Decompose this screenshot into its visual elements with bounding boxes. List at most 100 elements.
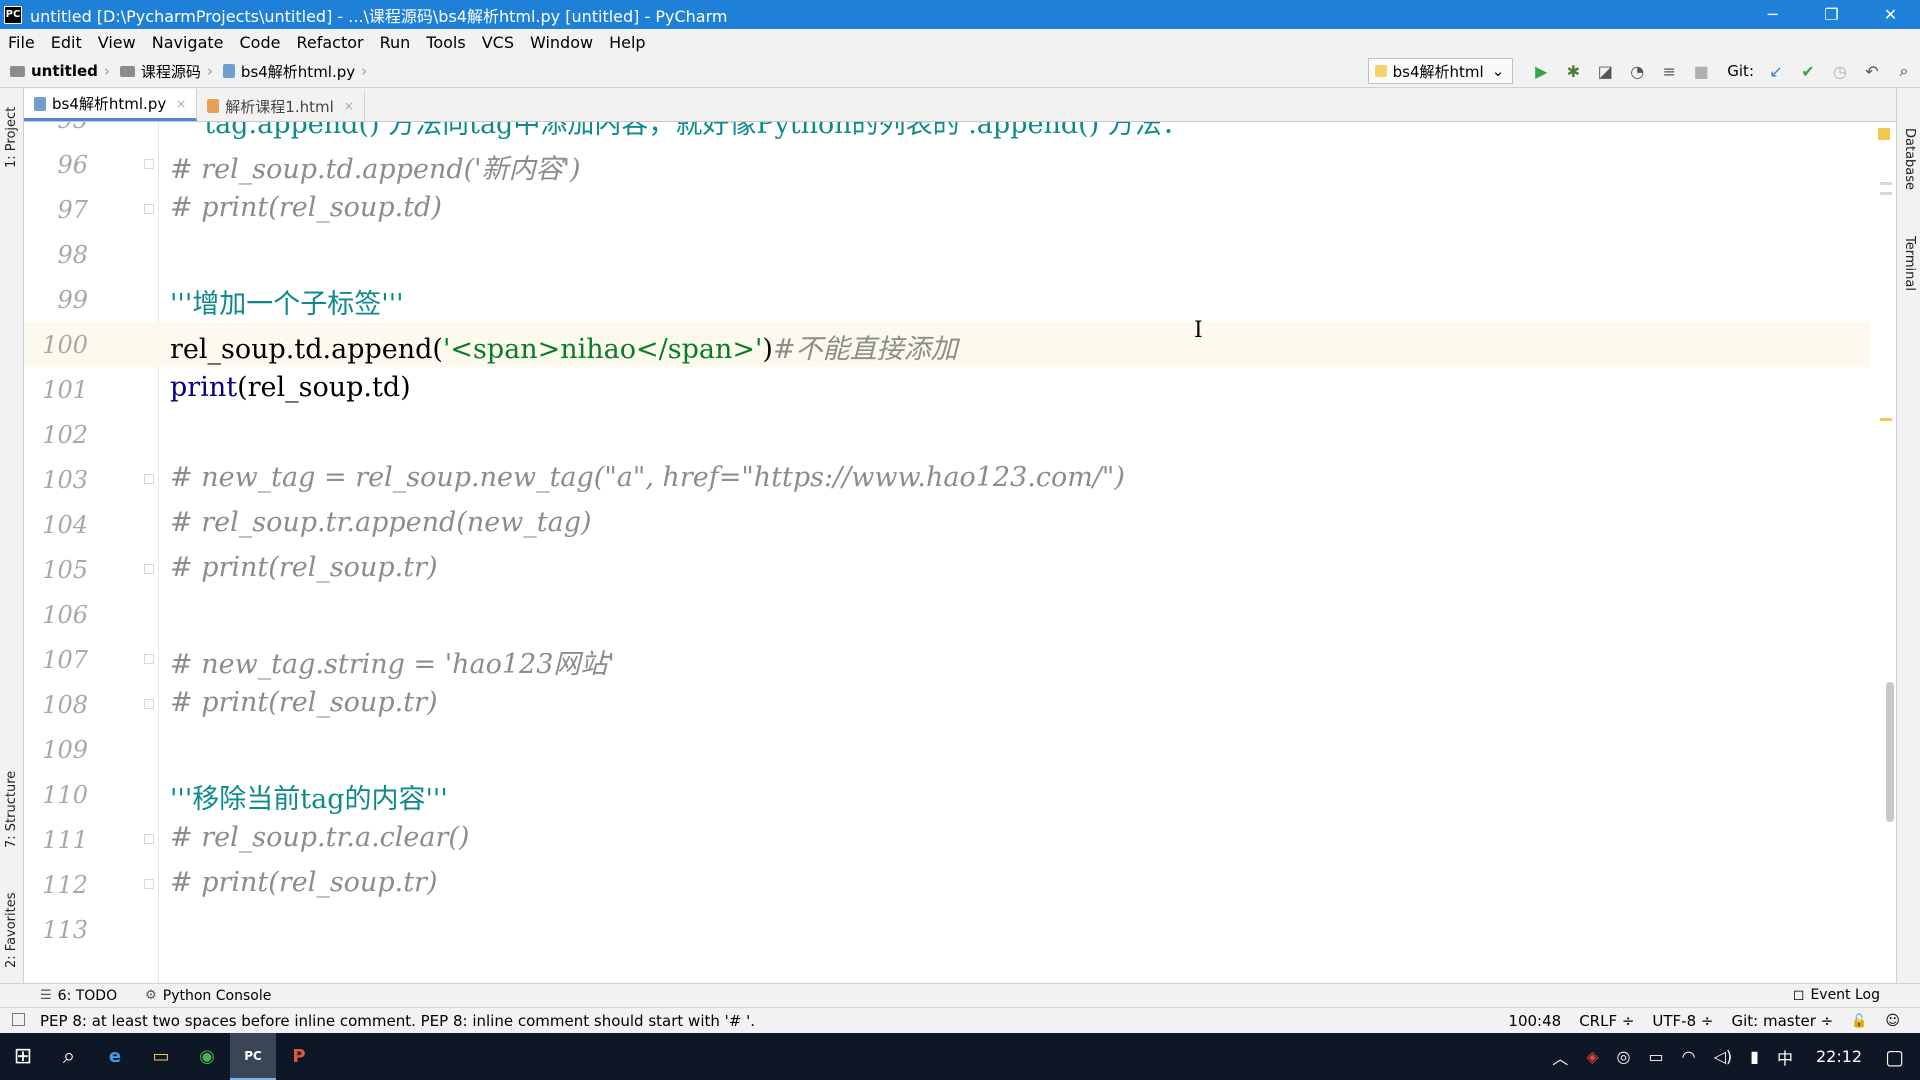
event-log-button[interactable]: ◻ Event Log bbox=[1793, 987, 1880, 1003]
favorites-tool-tab[interactable]: 2: Favorites bbox=[4, 892, 19, 968]
fold-marker[interactable] bbox=[144, 564, 154, 574]
left-tool-strip: 1: Project 7: Structure 2: Favorites bbox=[0, 88, 24, 983]
line-number: 99 bbox=[57, 286, 88, 314]
tray-app-icon[interactable]: ◎ bbox=[1617, 1047, 1631, 1066]
fold-marker[interactable] bbox=[144, 654, 154, 664]
notification-icon[interactable]: ▢ bbox=[1885, 1045, 1904, 1069]
code-text: tag.append() 方法向tag中添加内容，就好像Python的列表的 .… bbox=[170, 122, 1189, 140]
menu-window[interactable]: Window bbox=[522, 33, 601, 52]
code-line: 103 # new_tag = rel_soup.new_tag("a", hr… bbox=[24, 457, 1870, 502]
concurrency-icon[interactable]: ≡ bbox=[1657, 59, 1681, 83]
input-method-indicator[interactable]: 中 bbox=[1777, 1045, 1793, 1069]
menu-refactor[interactable]: Refactor bbox=[288, 33, 371, 52]
git-update-icon[interactable]: ↙ bbox=[1764, 59, 1788, 83]
powerpoint-icon[interactable]: P bbox=[276, 1033, 322, 1080]
structure-tool-tab[interactable]: 7: Structure bbox=[4, 771, 19, 848]
terminal-tool-tab[interactable]: Terminal bbox=[1902, 236, 1917, 291]
code-line-current: 100 rel_soup.td.append('<span>nihao</spa… bbox=[24, 322, 1870, 367]
text-cursor-icon: I bbox=[1194, 318, 1203, 343]
editor-scrollbar[interactable] bbox=[1886, 682, 1894, 822]
git-branch-select[interactable]: Git: master ÷ bbox=[1731, 1012, 1833, 1030]
menu-vcs[interactable]: VCS bbox=[474, 33, 522, 52]
menu-navigate[interactable]: Navigate bbox=[144, 33, 232, 52]
battery-icon[interactable]: ▭ bbox=[1649, 1047, 1664, 1066]
todo-tool-button[interactable]: ☰ 6: TODO bbox=[40, 988, 117, 1004]
profile-icon[interactable]: ◔ bbox=[1625, 59, 1649, 83]
code-token-string: '<span>nihao</span>' bbox=[442, 334, 763, 365]
inspection-status-icon[interactable] bbox=[1878, 128, 1890, 140]
warning-marker[interactable] bbox=[1880, 418, 1892, 421]
windows-start-icon[interactable]: ⊞ bbox=[0, 1033, 46, 1080]
python-console-button[interactable]: ⚙ Python Console bbox=[145, 988, 271, 1004]
hector-icon[interactable]: ☺ bbox=[1885, 1013, 1900, 1029]
tab-bs4-py[interactable]: bs4解析html.py × bbox=[24, 89, 198, 121]
close-button[interactable]: ✕ bbox=[1861, 0, 1920, 29]
wifi-icon[interactable]: ◠ bbox=[1682, 1047, 1696, 1066]
fold-marker[interactable] bbox=[144, 474, 154, 484]
breadcrumb-folder[interactable]: 课程源码 › bbox=[119, 61, 213, 82]
minimize-button[interactable]: ─ bbox=[1743, 0, 1802, 29]
code-text: # new_tag = rel_soup.new_tag("a", href="… bbox=[170, 462, 1125, 493]
menu-file[interactable]: File bbox=[0, 33, 43, 52]
breadcrumb-project[interactable]: untitled › bbox=[10, 62, 110, 80]
git-commit-icon[interactable]: ✔ bbox=[1796, 59, 1820, 83]
menu-view[interactable]: View bbox=[90, 33, 144, 52]
run-configuration-select[interactable]: bs4解析html ⌄ bbox=[1367, 58, 1514, 84]
code-line: 109 bbox=[24, 727, 1870, 772]
menu-edit[interactable]: Edit bbox=[43, 33, 90, 52]
code-token: ) bbox=[762, 334, 773, 365]
code-line: 99 '''增加一个子标签''' bbox=[24, 277, 1870, 322]
line-separator-select[interactable]: CRLF ÷ bbox=[1579, 1012, 1634, 1030]
search-icon[interactable]: ⌕ bbox=[46, 1033, 92, 1080]
fold-marker[interactable] bbox=[144, 204, 154, 214]
breadcrumb-file[interactable]: bs4解析html.py › bbox=[222, 61, 367, 82]
microphone-icon[interactable]: ▮ bbox=[1750, 1047, 1759, 1066]
chrome-icon[interactable]: ◉ bbox=[184, 1033, 230, 1080]
stop-icon[interactable]: ■ bbox=[1689, 59, 1713, 83]
menu-tools[interactable]: Tools bbox=[418, 33, 473, 52]
fold-marker[interactable] bbox=[144, 834, 154, 844]
title-bar: PC untitled [D:\PycharmProjects\untitled… bbox=[0, 0, 1920, 29]
fold-marker[interactable] bbox=[144, 159, 154, 169]
fold-marker[interactable] bbox=[144, 699, 154, 709]
volume-icon[interactable]: ◁) bbox=[1714, 1047, 1733, 1066]
git-history-icon[interactable]: ◷ bbox=[1828, 59, 1852, 83]
breadcrumb-separator: › bbox=[206, 62, 213, 80]
todo-label: 6: TODO bbox=[57, 987, 118, 1004]
system-clock[interactable]: 22:12 bbox=[1816, 1047, 1862, 1066]
coverage-icon[interactable]: ◪ bbox=[1593, 59, 1617, 83]
caret-position[interactable]: 100:48 bbox=[1508, 1012, 1561, 1030]
database-tool-tab[interactable]: Database bbox=[1902, 128, 1917, 190]
code-token-builtin: print bbox=[170, 372, 238, 403]
menu-run[interactable]: Run bbox=[372, 33, 419, 52]
system-tray: ︿ ◈ ◎ ▭ ◠ ◁) ▮ 中 22:12 ▢ bbox=[1543, 1033, 1920, 1080]
encoding-select[interactable]: UTF-8 ÷ bbox=[1652, 1012, 1713, 1030]
lock-icon[interactable]: 🔓 bbox=[1851, 1014, 1867, 1029]
project-tool-tab[interactable]: 1: Project bbox=[4, 107, 19, 168]
code-editor[interactable]: 95 tag.append() 方法向tag中添加内容，就好像Python的列表… bbox=[24, 122, 1896, 983]
fold-marker[interactable] bbox=[144, 879, 154, 889]
tray-app-icon[interactable]: ◈ bbox=[1586, 1047, 1598, 1066]
tray-expand-icon[interactable]: ︿ bbox=[1552, 1045, 1568, 1069]
menu-help[interactable]: Help bbox=[601, 33, 653, 52]
menu-code[interactable]: Code bbox=[232, 33, 289, 52]
toggle-tool-windows-icon[interactable] bbox=[12, 1013, 25, 1026]
debug-icon[interactable]: ✱ bbox=[1561, 59, 1585, 83]
scroll-marker[interactable] bbox=[1880, 192, 1892, 195]
close-icon[interactable]: × bbox=[344, 99, 354, 113]
search-icon[interactable]: ⌕ bbox=[1892, 59, 1916, 83]
code-token: rel_soup.td.append( bbox=[170, 334, 443, 365]
run-icon[interactable]: ▶ bbox=[1529, 59, 1553, 83]
scroll-marker[interactable] bbox=[1880, 182, 1892, 185]
restore-button[interactable]: ❐ bbox=[1802, 0, 1861, 29]
close-icon[interactable]: × bbox=[176, 97, 186, 111]
internet-explorer-icon[interactable]: e bbox=[92, 1033, 138, 1080]
file-explorer-icon[interactable]: ▭ bbox=[138, 1033, 184, 1080]
toolbar: bs4解析html ⌄ ▶ ✱ ◪ ◔ ≡ ■ Git: ↙ ✔ ◷ ↶ ⌕ bbox=[1367, 55, 1920, 87]
pycharm-taskbar-icon[interactable]: PC bbox=[230, 1033, 276, 1080]
revert-icon[interactable]: ↶ bbox=[1860, 59, 1884, 83]
line-number: 102 bbox=[42, 421, 88, 449]
run-config-icon bbox=[1374, 65, 1387, 77]
line-number: 106 bbox=[42, 601, 88, 629]
tab-html-file[interactable]: 解析课程1.html × bbox=[197, 91, 365, 121]
